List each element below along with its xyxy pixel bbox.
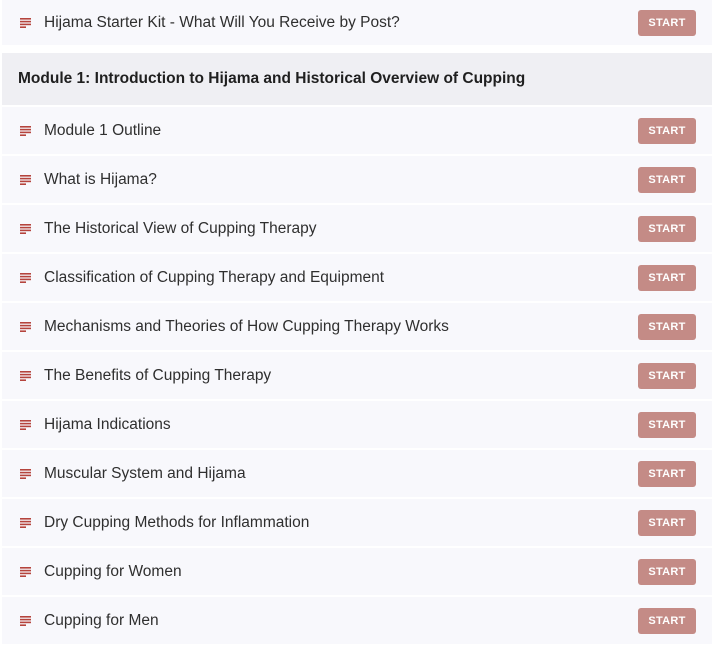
lesson-title: What is Hijama? bbox=[44, 170, 157, 188]
lesson-title: The Benefits of Cupping Therapy bbox=[44, 366, 272, 384]
text-lines-icon bbox=[20, 272, 31, 283]
lesson-row[interactable]: The Historical View of Cupping Therapy S… bbox=[2, 205, 712, 252]
lesson-row[interactable]: Dry Cupping Methods for Inflammation STA… bbox=[2, 499, 712, 546]
start-button[interactable]: START bbox=[638, 411, 696, 438]
lesson-title: Hijama Indications bbox=[44, 415, 171, 433]
text-lines-icon bbox=[20, 125, 31, 136]
lesson-title: Cupping for Women bbox=[44, 562, 182, 580]
lesson-row[interactable]: Mechanisms and Theories of How Cupping T… bbox=[2, 303, 712, 350]
start-button[interactable]: START bbox=[638, 362, 696, 389]
lesson-row[interactable]: The Benefits of Cupping Therapy START bbox=[2, 352, 712, 399]
lesson-title: Muscular System and Hijama bbox=[44, 464, 246, 482]
lesson-list: Hijama Starter Kit - What Will You Recei… bbox=[2, 0, 712, 646]
lesson-row[interactable]: Module 1 Outline START bbox=[2, 107, 712, 154]
start-button[interactable]: START bbox=[638, 509, 696, 536]
text-lines-icon bbox=[20, 370, 31, 381]
lesson-title: Mechanisms and Theories of How Cupping T… bbox=[44, 317, 449, 335]
module-header: Module 1: Introduction to Hijama and His… bbox=[2, 53, 712, 105]
text-lines-icon bbox=[20, 566, 31, 577]
lesson-row[interactable]: Hijama Indications START bbox=[2, 401, 712, 448]
lesson-title: Cupping for Men bbox=[44, 611, 159, 629]
text-lines-icon bbox=[20, 321, 31, 332]
text-lines-icon bbox=[20, 419, 31, 430]
start-button[interactable]: START bbox=[638, 607, 696, 634]
start-button[interactable]: START bbox=[638, 9, 696, 36]
lesson-title: Classification of Cupping Therapy and Eq… bbox=[44, 268, 385, 286]
start-button[interactable]: START bbox=[638, 166, 696, 193]
text-lines-icon bbox=[20, 517, 31, 528]
lesson-title: Hijama Starter Kit - What Will You Recei… bbox=[44, 13, 400, 31]
lesson-row[interactable]: Cupping for Women START bbox=[2, 548, 712, 595]
lesson-title: Module 1 Outline bbox=[44, 121, 162, 139]
lesson-row[interactable]: Muscular System and Hijama START bbox=[2, 450, 712, 497]
start-button[interactable]: START bbox=[638, 313, 696, 340]
text-lines-icon bbox=[20, 468, 31, 479]
module-title: Module 1: Introduction to Hijama and His… bbox=[18, 70, 526, 87]
lesson-row[interactable]: Hijama Starter Kit - What Will You Recei… bbox=[2, 0, 712, 45]
start-button[interactable]: START bbox=[638, 558, 696, 585]
lesson-row[interactable]: Classification of Cupping Therapy and Eq… bbox=[2, 254, 712, 301]
lesson-row[interactable]: What is Hijama? START bbox=[2, 156, 712, 203]
text-lines-icon bbox=[20, 17, 31, 28]
start-button[interactable]: START bbox=[638, 460, 696, 487]
lesson-row[interactable]: Cupping for Men START bbox=[2, 597, 712, 644]
start-button[interactable]: START bbox=[638, 264, 696, 291]
start-button[interactable]: START bbox=[638, 117, 696, 144]
start-button[interactable]: START bbox=[638, 215, 696, 242]
lesson-title: Dry Cupping Methods for Inflammation bbox=[44, 513, 310, 531]
lesson-title: The Historical View of Cupping Therapy bbox=[44, 219, 317, 237]
text-lines-icon bbox=[20, 223, 31, 234]
text-lines-icon bbox=[20, 174, 31, 185]
text-lines-icon bbox=[20, 615, 31, 626]
